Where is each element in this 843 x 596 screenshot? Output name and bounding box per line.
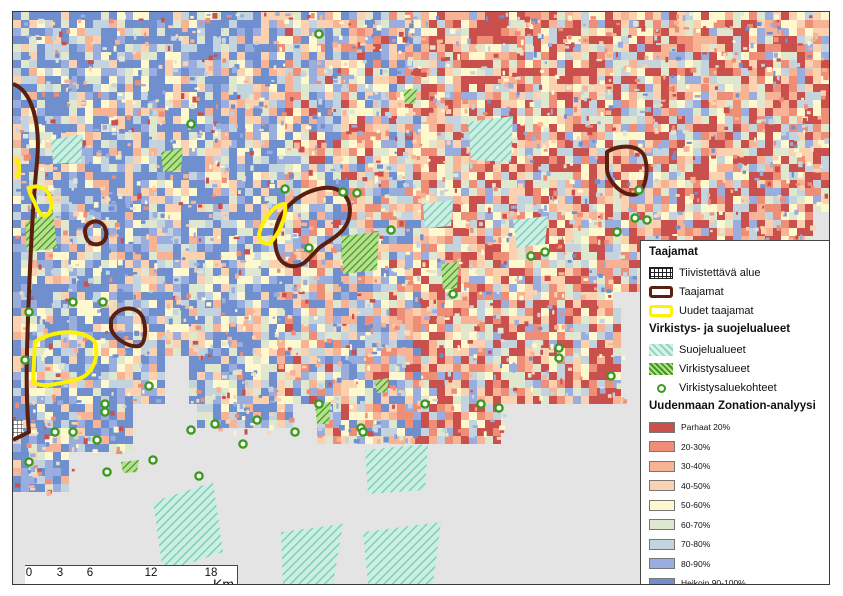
legend-item-zonation: 20-30% [649,439,710,455]
recreation-site-marker[interactable] [68,427,78,437]
map-frame[interactable]: Taajamat Tiivistettävä alue Taajamat Uud… [12,11,830,585]
recreation-site-marker[interactable] [526,251,536,261]
recreation-area [341,232,379,274]
recreation-site-marker[interactable] [24,307,34,317]
legend-item-zonation: 60-70% [649,517,710,533]
recreation-site-marker[interactable] [68,297,78,307]
legend-item-zonation: Parhaat 20% [649,419,730,435]
recreation-site-marker[interactable] [612,227,622,237]
legend-item-taajamat: Taajamat [649,284,724,300]
legend-item-zonation: 80-90% [649,556,710,572]
scale-segment [29,584,60,585]
recreation-area [375,378,389,393]
legend-item-uudet: Uudet taajamat [649,303,754,319]
zonation-color-swatch [649,577,675,584]
recreation-site-marker[interactable] [280,184,290,194]
recreation-site-marker[interactable] [252,415,262,425]
recreation-site-marker[interactable] [98,297,108,307]
recreation-site-marker[interactable] [554,343,564,353]
recreation-site-marker[interactable] [186,119,196,129]
legend-item-zonation: 70-80% [649,536,710,552]
recreation-site-marker[interactable] [554,353,564,363]
recreation-site-marker[interactable] [304,243,314,253]
recreation-area [441,262,459,290]
recreation-site-marker[interactable] [642,215,652,225]
map-legend: Taajamat Tiivistettävä alue Taajamat Uud… [640,240,829,584]
zonation-color-swatch [649,538,675,550]
cyan-hatch-swatch [649,344,673,356]
recreation-site-marker[interactable] [20,355,30,365]
green-ring-marker [656,383,666,393]
protected-area-sea [153,482,223,572]
scale-segment [151,584,211,585]
recreation-site-marker[interactable] [314,399,324,409]
recreation-site-marker[interactable] [148,455,158,465]
protected-area-sea [281,524,343,584]
recreation-site-marker[interactable] [144,381,154,391]
recreation-site-marker[interactable] [476,399,486,409]
recreation-site-marker[interactable] [238,439,248,449]
zonation-color-swatch [649,421,675,433]
protected-area [423,200,453,228]
recreation-site-marker[interactable] [92,435,102,445]
recreation-site-marker[interactable] [358,427,368,437]
recreation-site-marker[interactable] [540,247,550,257]
scale-segment [90,584,151,585]
legend-item-kohteet: Virkistysaluekohteet [649,380,777,396]
yellow-outline-swatch [649,305,673,317]
brown-outline-swatch [649,286,673,298]
legend-item-zonation: 30-40% [649,458,710,474]
legend-item-densification: Tiivistettävä alue [649,265,761,281]
legend-group-virkistys-title: Virkistys- ja suojelualueet [649,323,791,335]
green-hatch-swatch [649,363,673,375]
recreation-area [121,460,139,473]
scale-tick: 3 [56,567,64,579]
scale-tick: 0 [25,567,33,579]
legend-item-suojelu: Suojelualueet [649,342,746,358]
recreation-site-marker[interactable] [194,471,204,481]
protected-area-sea [365,444,428,494]
recreation-site-marker[interactable] [606,371,616,381]
zonation-color-swatch [649,519,675,530]
legend-group-taajamat-title: Taajamat [649,246,699,258]
protected-area [468,116,513,162]
recreation-site-marker[interactable] [314,29,324,39]
scale-segment [60,584,90,585]
protected-area [513,216,548,248]
recreation-site-marker[interactable] [630,213,640,223]
scale-tick: 12 [144,567,158,579]
recreation-site-marker[interactable] [100,399,110,409]
recreation-site-marker[interactable] [494,403,504,413]
zonation-color-swatch [649,441,675,452]
recreation-site-marker[interactable] [338,187,348,197]
legend-item-zonation: Heikoin 90-100% [649,575,746,584]
zonation-color-swatch [649,480,675,491]
zonation-color-swatch [649,499,675,511]
recreation-site-marker[interactable] [186,425,196,435]
recreation-site-marker[interactable] [50,427,60,437]
legend-item-virkistys: Virkistysalueet [649,361,750,377]
recreation-area [161,148,183,172]
zonation-color-swatch [649,460,675,472]
scale-tick: 6 [86,567,94,579]
legend-item-zonation: 50-60% [649,497,710,513]
recreation-site-marker[interactable] [448,289,458,299]
scale-bar: 0 3 6 12 18 Km [25,565,238,585]
scale-unit: Km [213,576,234,585]
recreation-site-marker[interactable] [100,407,110,417]
recreation-site-marker[interactable] [102,467,112,477]
recreation-site-marker[interactable] [420,399,430,409]
recreation-site-marker[interactable] [634,185,644,195]
recreation-site-marker[interactable] [210,419,220,429]
recreation-site-marker[interactable] [24,457,34,467]
recreation-site-marker[interactable] [352,188,362,198]
zonation-color-swatch [649,558,675,569]
recreation-site-marker[interactable] [386,225,396,235]
legend-group-zonation-title: Uudenmaan Zonation-analyysi [649,400,816,412]
legend-item-zonation: 40-50% [649,478,710,494]
protected-area-sea [363,522,441,584]
recreation-area [403,88,417,104]
recreation-site-marker[interactable] [290,427,300,437]
grid-hatch-swatch [649,267,673,279]
